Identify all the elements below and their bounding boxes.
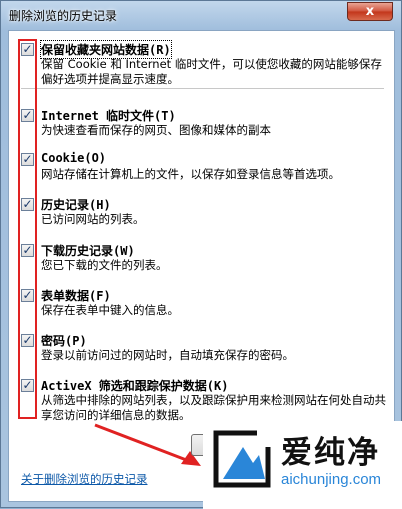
option-description: 保留 Cookie 和 Internet 临时文件，可以使您收藏的网站能够保存偏… — [41, 57, 382, 86]
dialog-window: 删除浏览的历史记录 x ✓ 保留收藏夹网站数据(R) 保留 Cookie 和 I… — [0, 0, 402, 509]
option-description: 已访问网站的列表。 — [41, 212, 145, 226]
option-description: 网站存储在计算机上的文件，以保存如登录信息等首选项。 — [41, 167, 340, 181]
option-title: 保留收藏夹网站数据(R) — [40, 40, 172, 59]
option-title: ActiveX 筛选和跟踪保护数据(K) — [41, 379, 229, 393]
option-title: 下载历史记录(W) — [41, 244, 135, 258]
watermark-url: aichunjing.com — [281, 471, 382, 488]
close-button[interactable]: x — [347, 2, 393, 21]
option-description: 您已下载的文件的列表。 — [41, 258, 168, 272]
option-title: Cookie(O) — [41, 151, 107, 165]
divider — [21, 88, 384, 89]
option-title: 表单数据(F) — [41, 289, 111, 303]
window-title: 删除浏览的历史记录 — [9, 9, 118, 23]
watermark-logo-icon — [213, 429, 275, 488]
option-description: 为快速查看而保存的网页、图像和媒体的副本 — [41, 123, 271, 137]
option-description: 保存在表单中键入的信息。 — [41, 303, 179, 317]
annotation-highlight-box — [18, 39, 37, 419]
about-deleting-history-link[interactable]: 关于删除浏览的历史记录 — [21, 471, 148, 487]
title-bar[interactable]: 删除浏览的历史记录 x — [1, 1, 401, 29]
option-title: Internet 临时文件(T) — [41, 109, 176, 123]
option-title: 密码(P) — [41, 334, 87, 348]
option-description: 登录以前访问过的网站时，自动填充保存的密码。 — [41, 348, 294, 362]
watermark-brand: 爱纯净 — [281, 435, 380, 471]
watermark: 爱纯净 aichunjing.com — [203, 421, 402, 509]
close-icon: x — [365, 4, 375, 19]
option-title: 历史记录(H) — [41, 198, 111, 212]
